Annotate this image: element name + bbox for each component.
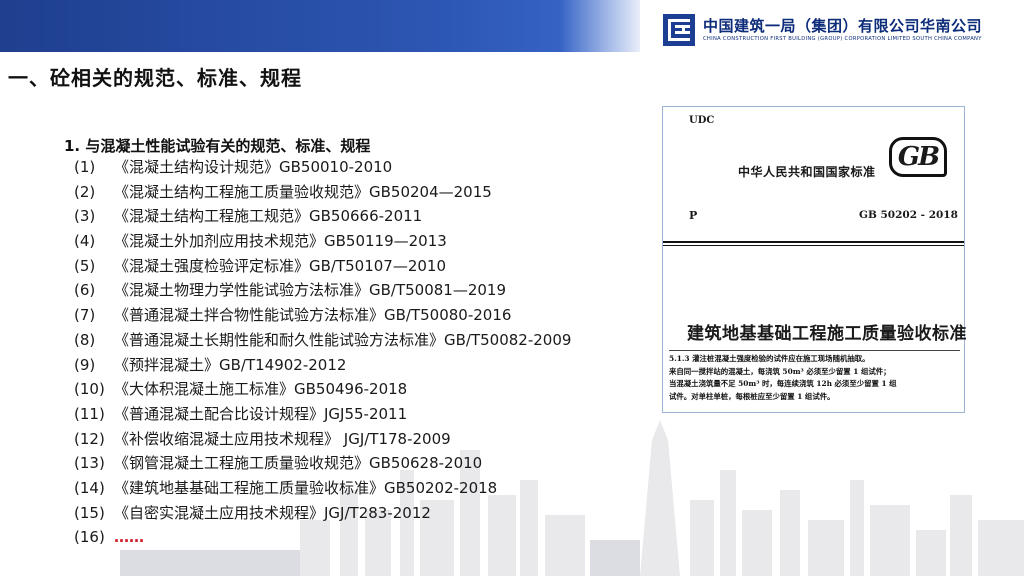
list-item: (15) 《自密实混凝土应用技术规程》JGJ/T283-2012 [74,501,571,526]
item-number: (12) [74,429,105,448]
doc-clause-line: 5.1.3 灌注桩混凝土强度检验的试件应在施工现场随机抽取。 [669,354,870,363]
item-text: 《混凝土结构工程施工质量验收规范》GB50204—2015 [114,182,492,201]
list-item: (12) 《补偿收缩混凝土应用技术规程》 JGJ/T178-2009 [74,427,571,452]
section-title: 一、砼相关的规范、标准、规程 [8,66,302,90]
list-item: (5) 《混凝土强度检验评定标准》GB/T50107—2010 [74,254,571,279]
doc-title: 建筑地基基础工程施工质量验收标准 [687,324,967,344]
list-item: (9) 《预拌混凝土》GB/T14902-2012 [74,353,571,378]
company-name-cn: 中国建筑一局（集团）有限公司华南公司 [703,17,983,35]
list-item: (2) 《混凝土结构工程施工质量验收规范》GB50204—2015 [74,180,571,205]
item-number: (9) [74,355,96,374]
item-text: 《混凝土结构设计规范》GB50010-2010 [114,158,393,176]
item-text: 《普通混凝土长期性能和耐久性能试验方法标准》GB/T50082-2009 [114,330,572,349]
item-number: (14) [74,478,105,497]
item-text: 《普通混凝土配合比设计规程》JGJ55-2011 [114,404,408,423]
item-text: 《混凝土结构工程施工规范》GB50666-2011 [114,207,423,226]
item-text: 《普通混凝土拌合物性能试验方法标准》GB/T50080-2016 [114,306,512,325]
list-item: (11) 《普通混凝土配合比设计规程》JGJ55-2011 [74,402,571,427]
doc-national-standard: 中华人民共和国国家标准 [738,165,876,179]
item-number: (7) [74,306,96,325]
item-text: 《大体积混凝土施工标准》GB50496-2018 [114,380,408,399]
item-text: 《建筑地基基础工程施工质量验收标准》GB50202-2018 [114,478,498,497]
list-item: (7) 《普通混凝土拌合物性能试验方法标准》GB/T50080-2016 [74,303,571,328]
doc-udc: UDC [689,115,715,126]
list-item: (10) 《大体积混凝土施工标准》GB50496-2018 [74,377,571,402]
standards-list: (1) 《混凝土结构设计规范》GB50010-2010 (2) 《混凝土结构工程施工… [74,155,571,550]
header-banner-fade [560,0,650,52]
list-item: (14) 《建筑地基基础工程施工质量验收标准》GB50202-2018 [74,476,571,501]
item-text: 《预拌混凝土》GB/T14902-2012 [114,355,347,374]
item-text: 《混凝土强度检验评定标准》GB/T50107—2010 [114,256,447,275]
item-number: (16) [74,528,105,547]
doc-code: GB 50202 - 2018 [859,209,958,221]
ellipsis: …… [114,528,144,547]
item-text: 《自密实混凝土应用技术规程》JGJ/T283-2012 [114,503,431,522]
doc-clause-line: 试件。对单柱单桩，每根桩应至少留置 1 组试件。 [669,391,835,401]
doc-divider [663,245,964,246]
item-number: (5) [74,256,96,275]
doc-clause: 5.1.3 灌注桩混凝土强度检验的试件应在施工现场随机抽取。 来自同一搅拌站的混… [669,350,960,403]
list-item: (13) 《钢管混凝土工程施工质量验收规范》GB50628-2010 [74,451,571,476]
doc-divider [663,241,964,243]
gb-logo-icon: GB [889,137,947,177]
company-name-en: CHINA CONSTRUCTION FIRST BUILDING (GROUP… [703,36,982,42]
item-number: (8) [74,330,96,349]
item-number: (2) [74,182,96,201]
list-item: (8) 《普通混凝土长期性能和耐久性能试验方法标准》GB/T50082-2009 [74,328,571,353]
item-text: 《钢管混凝土工程施工质量验收规范》GB50628-2010 [114,454,483,473]
item-number: (11) [74,404,105,423]
list-item-more: (16) …… [74,525,571,550]
doc-clause-line: 来自同一搅拌站的混凝土，每浇筑 50m³ 必须至少留置 1 组试件； [669,366,891,376]
item-number: (6) [74,281,96,300]
doc-clause-line: 当混凝土浇筑量不足 50m³ 时，每连续浇筑 12h 必须至少留置 1 组 [669,379,897,388]
item-text: 《混凝土外加剂应用技术规范》GB50119—2013 [114,232,447,251]
item-number: (13) [74,454,105,473]
item-number: (1) [74,158,96,176]
list-item: (3) 《混凝土结构工程施工规范》GB50666-2011 [74,204,571,229]
list-item: (1) 《混凝土结构设计规范》GB50010-2010 [74,155,571,180]
list-item: (6) 《混凝土物理力学性能试验方法标准》GB/T50081—2019 [74,278,571,303]
item-number: (4) [74,232,96,251]
item-text: 《补偿收缩混凝土应用技术规程》 JGJ/T178-2009 [114,429,451,448]
standard-document-image: UDC 中华人民共和国国家标准 GB P GB 50202 - 2018 建筑地… [662,106,967,413]
item-text: 《混凝土物理力学性能试验方法标准》GB/T50081—2019 [114,281,507,300]
item-number: (3) [74,207,96,226]
item-number: (15) [74,503,105,522]
subtitle: 1. 与混凝土性能试验有关的规范、标准、规程 [64,137,371,155]
item-number: (10) [74,380,105,399]
company-logo-icon [663,14,695,46]
doc-p: P [689,209,698,222]
list-item: (4) 《混凝土外加剂应用技术规范》GB50119—2013 [74,229,571,254]
header-banner [0,0,640,52]
company-logo: 中国建筑一局（集团）有限公司华南公司 CHINA CONSTRUCTION FI… [663,12,982,48]
